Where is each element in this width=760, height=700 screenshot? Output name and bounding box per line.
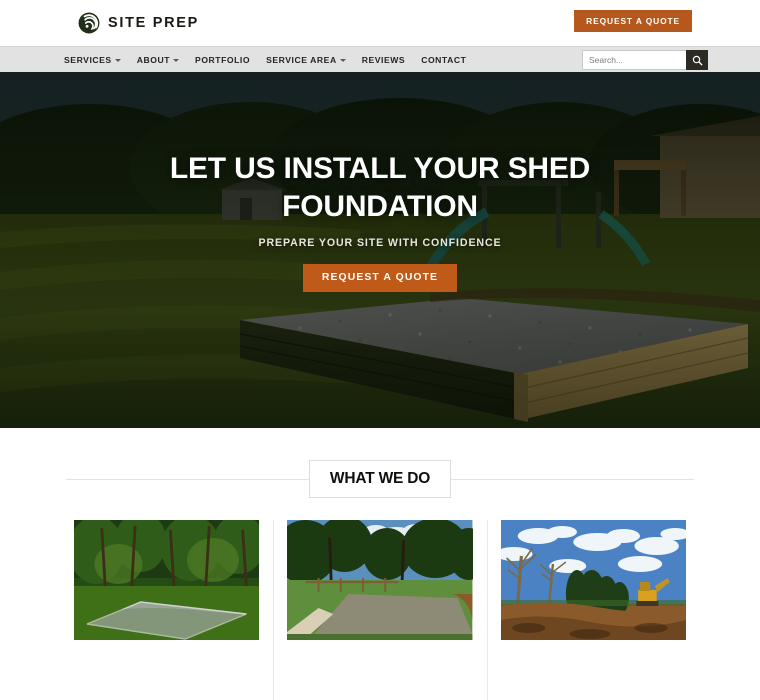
brand-logo[interactable]: SITE PREP (78, 12, 199, 34)
service-card[interactable] (273, 520, 486, 700)
chevron-down-icon (114, 58, 121, 62)
what-we-do-section: WHAT WE DO (0, 428, 760, 700)
section-title-box: WHAT WE DO (308, 460, 452, 498)
header-request-quote-button[interactable]: REQUEST A QUOTE (574, 10, 692, 33)
search-bar (582, 50, 708, 70)
top-bar: SITE PREP REQUEST A QUOTE (0, 0, 760, 46)
chevron-down-icon (173, 58, 180, 62)
nav-item-portfolio[interactable]: PORTFOLIO (195, 55, 250, 65)
card-image-gravel-pad-in-woods (74, 520, 260, 640)
nav-item-label: ABOUT (136, 54, 171, 65)
service-card[interactable] (60, 520, 273, 640)
hero-title-line-2: FOUNDATION (282, 189, 478, 223)
hero-banner: LET US INSTALL YOUR SHED FOUNDATION PREP… (0, 72, 760, 428)
nav-item-label: REVIEWS (361, 54, 406, 65)
hero-title-line-1: LET US INSTALL YOUR SHED (169, 152, 591, 185)
nav-item-service-area[interactable]: SERVICE AREA (266, 55, 346, 65)
search-input[interactable] (582, 50, 686, 70)
card-image-level-stone-pad (287, 520, 473, 640)
hero-content: LET US INSTALL YOUR SHED FOUNDATION PREP… (0, 150, 760, 293)
hero-subtitle: PREPARE YOUR SITE WITH CONFIDENCE (258, 237, 502, 249)
main-navigation: SERVICES ABOUT PORTFOLIO SERVICE AREA RE… (0, 46, 760, 72)
divider-right (451, 478, 695, 480)
nav-item-label: PORTFOLIO (195, 54, 251, 65)
brand-name: SITE PREP (108, 15, 200, 31)
divider-left (66, 478, 309, 480)
nav-item-label: SERVICES (64, 54, 112, 65)
service-card-list (60, 498, 700, 700)
nav-item-label: CONTACT (421, 54, 467, 65)
nav-item-label: SERVICE AREA (266, 54, 337, 65)
nav-item-contact[interactable]: CONTACT (421, 55, 466, 65)
section-title: WHAT WE DO (329, 470, 431, 487)
service-card[interactable] (486, 520, 700, 700)
nav-item-reviews[interactable]: REVIEWS (362, 55, 405, 65)
nav-item-services[interactable]: SERVICES (64, 55, 121, 65)
nav-list: SERVICES ABOUT PORTFOLIO SERVICE AREA RE… (64, 55, 466, 65)
nav-item-about[interactable]: ABOUT (136, 54, 180, 65)
hero-request-quote-button[interactable]: REQUEST A QUOTE (302, 264, 458, 293)
search-submit-button[interactable] (686, 50, 708, 70)
hero-title: LET US INSTALL YOUR SHED FOUNDATION (0, 150, 760, 225)
chevron-down-icon (339, 58, 346, 62)
card-image-land-clearing (500, 520, 686, 640)
search-icon (692, 55, 702, 65)
spiral-arcs-logo-icon (78, 12, 100, 34)
section-heading-row: WHAT WE DO (66, 460, 695, 498)
